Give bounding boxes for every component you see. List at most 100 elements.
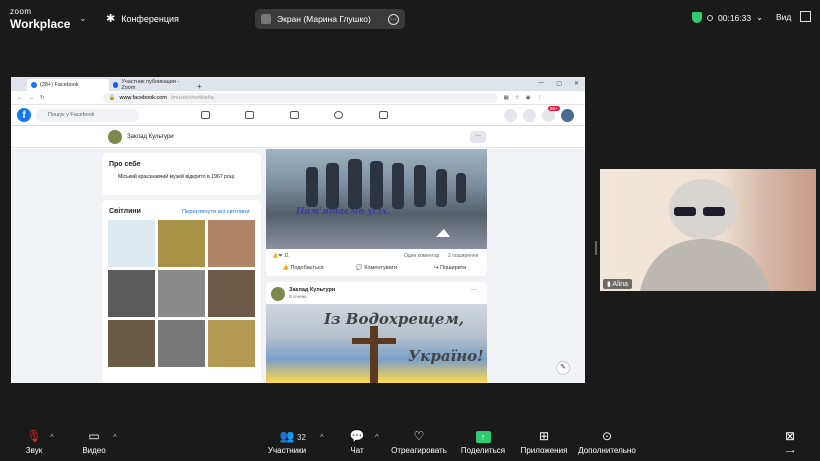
- post-reactions[interactable]: 👍❤ 11: [272, 253, 289, 259]
- photo-thumbnail[interactable]: [158, 270, 205, 317]
- facebook-logo-icon[interactable]: f: [17, 108, 31, 122]
- post-author-avatar[interactable]: [271, 287, 285, 301]
- post-image[interactable]: Із Водохрещем, Україно!: [266, 304, 487, 383]
- sharer-avatar: [261, 14, 271, 24]
- account-avatar[interactable]: [561, 109, 574, 122]
- zoom-toolbar: 🎙 Звук ^ ▭ Видео ^ 👥 Участники 32 ^ 💬 Ча…: [0, 424, 820, 461]
- post-date[interactable]: 6 січень: [289, 295, 307, 300]
- maximize-icon[interactable]: ▢: [556, 80, 562, 87]
- page-avatar[interactable]: [108, 130, 122, 144]
- more-options-icon[interactable]: ···: [470, 131, 486, 143]
- facebook-icon: [31, 82, 37, 88]
- menu-icon[interactable]: ⋮: [537, 95, 543, 101]
- reload-icon[interactable]: ↻: [40, 95, 45, 101]
- chevron-up-icon[interactable]: ^: [320, 433, 324, 442]
- see-all-photos-link[interactable]: Переглянути всі світлини: [182, 209, 250, 215]
- more-button[interactable]: ⊙ Дополнительно: [576, 429, 638, 455]
- window-controls: — ▢ ✕: [538, 80, 579, 87]
- forward-icon[interactable]: →: [29, 95, 35, 101]
- post-image[interactable]: Пам'ятаємо усіх.: [266, 149, 487, 249]
- share-screen-button[interactable]: ↑ Поделиться: [460, 429, 506, 455]
- close-icon[interactable]: ✕: [574, 80, 579, 87]
- shared-browser-window: (28+) Facebook Участник публикации - Zoo…: [11, 77, 585, 383]
- groups-icon[interactable]: [334, 111, 343, 119]
- bookmark-icon[interactable]: ☆: [515, 95, 520, 101]
- leave-button[interactable]: ⊠ ⟶: [780, 429, 800, 455]
- about-text: Міський краєзнавчий музей відкрито в 196…: [118, 174, 236, 180]
- video-button[interactable]: ▭ Видео: [80, 429, 108, 455]
- edit-icon[interactable]: ✎: [556, 361, 570, 375]
- apps-grid-icon[interactable]: [504, 109, 517, 122]
- facebook-navbar: f Пошук у Facebook 99+: [11, 105, 585, 126]
- chat-icon: 💬: [349, 429, 365, 443]
- photos-title: Світлини: [109, 208, 141, 215]
- photo-thumbnail[interactable]: [158, 320, 205, 367]
- chevron-up-icon[interactable]: ^: [50, 433, 54, 442]
- chevron-up-icon[interactable]: ^: [113, 433, 117, 442]
- tab-zoom[interactable]: Участник публикации - Zoom: [109, 79, 191, 91]
- apps-button[interactable]: ⊞ Приложения: [518, 429, 570, 455]
- chat-button[interactable]: 💬 Чат: [347, 429, 367, 455]
- participant-name-label: ▮ Alina: [603, 279, 632, 289]
- video-icon[interactable]: [245, 111, 254, 119]
- photo-thumbnail[interactable]: [208, 220, 255, 267]
- split-view-handle[interactable]: [595, 241, 597, 255]
- greeting-line-2: Україно!: [408, 347, 484, 365]
- extensions-icon[interactable]: ▦: [504, 95, 509, 101]
- photo-thumbnail[interactable]: [158, 220, 205, 267]
- photos-card: Світлини Переглянути всі світлини: [102, 200, 261, 383]
- minimize-icon[interactable]: —: [538, 80, 544, 87]
- zoom-top-bar: zoom Workplace ⌄ ✱ Конференция Экран (Ма…: [0, 0, 820, 38]
- post-author[interactable]: Заклад Культури: [289, 287, 335, 293]
- like-button[interactable]: 👍 Подобається: [266, 265, 340, 271]
- participant-count: 32: [297, 433, 306, 442]
- audio-button[interactable]: 🎙 Звук: [22, 429, 46, 455]
- chevron-up-icon[interactable]: ^: [375, 433, 379, 442]
- more-options-icon[interactable]: ···: [471, 287, 477, 293]
- home-icon[interactable]: [201, 111, 210, 119]
- microphone-muted-icon: 🎙: [26, 429, 42, 443]
- notification-badge: 99+: [548, 106, 560, 111]
- chevron-down-icon[interactable]: ⌄: [756, 13, 763, 22]
- fullscreen-icon[interactable]: [800, 11, 811, 22]
- share-button[interactable]: ↪ Поширити: [413, 265, 487, 271]
- participant-video[interactable]: ▮ Alina: [600, 169, 816, 291]
- tab-facebook[interactable]: (28+) Facebook: [27, 79, 109, 91]
- greeting-line-1: Із Водохрещем,: [324, 310, 464, 328]
- about-card: Про себе Міський краєзнавчий музей відкр…: [102, 153, 261, 195]
- chevron-down-icon[interactable]: ⌄: [79, 13, 87, 24]
- photo-thumbnail[interactable]: [208, 270, 255, 317]
- post-shares-count[interactable]: 2 поширення: [448, 253, 478, 259]
- browser-tab-strip: (28+) Facebook Участник публикации - Zoo…: [11, 77, 585, 91]
- zoom-icon: [113, 82, 119, 88]
- back-icon[interactable]: ←: [17, 95, 23, 101]
- page-content: Про себе Міський краєзнавчий музей відкр…: [11, 149, 585, 383]
- shield-icon: [692, 12, 702, 23]
- url-field[interactable]: 🔒 www.facebook.com/muzei/chortkiv/ta: [102, 92, 498, 103]
- more-options-icon[interactable]: ···: [388, 13, 399, 25]
- marketplace-icon[interactable]: [290, 111, 299, 119]
- gear-icon: ✱: [106, 13, 116, 25]
- meeting-info-button[interactable]: ✱ Конференция: [106, 12, 179, 25]
- photo-thumbnail[interactable]: [208, 320, 255, 367]
- soldiers-illustration: [306, 159, 466, 237]
- address-bar-row: ← → ↻ 🔒 www.facebook.com/muzei/chortkiv/…: [11, 91, 585, 105]
- about-title: Про себе: [109, 161, 141, 168]
- reactions-button[interactable]: ♡ Отреагировать: [390, 429, 448, 455]
- page-name[interactable]: Заклад Культури: [127, 134, 174, 140]
- post-card: Заклад Культури 6 січень ··· Із Водохрещ…: [266, 282, 487, 383]
- photo-thumbnail[interactable]: [108, 320, 155, 367]
- messenger-icon[interactable]: [523, 109, 536, 122]
- photo-thumbnail[interactable]: [108, 220, 155, 267]
- zoom-logo: zoom Workplace: [10, 7, 71, 31]
- facebook-search-input[interactable]: Пошук у Facebook: [36, 109, 139, 122]
- new-tab-icon[interactable]: +: [197, 82, 202, 91]
- photo-thumbnail[interactable]: [108, 270, 155, 317]
- profile-icon[interactable]: ◉: [526, 95, 531, 101]
- view-button[interactable]: Вид: [776, 12, 791, 22]
- lock-icon: 🔒: [108, 94, 116, 101]
- post-comments-count[interactable]: Один коментар: [404, 253, 439, 259]
- comment-button[interactable]: 💬 Коментувати: [340, 265, 414, 271]
- screen-share-indicator[interactable]: Экран (Марина Глушко) ···: [255, 9, 405, 29]
- gaming-icon[interactable]: [379, 111, 388, 119]
